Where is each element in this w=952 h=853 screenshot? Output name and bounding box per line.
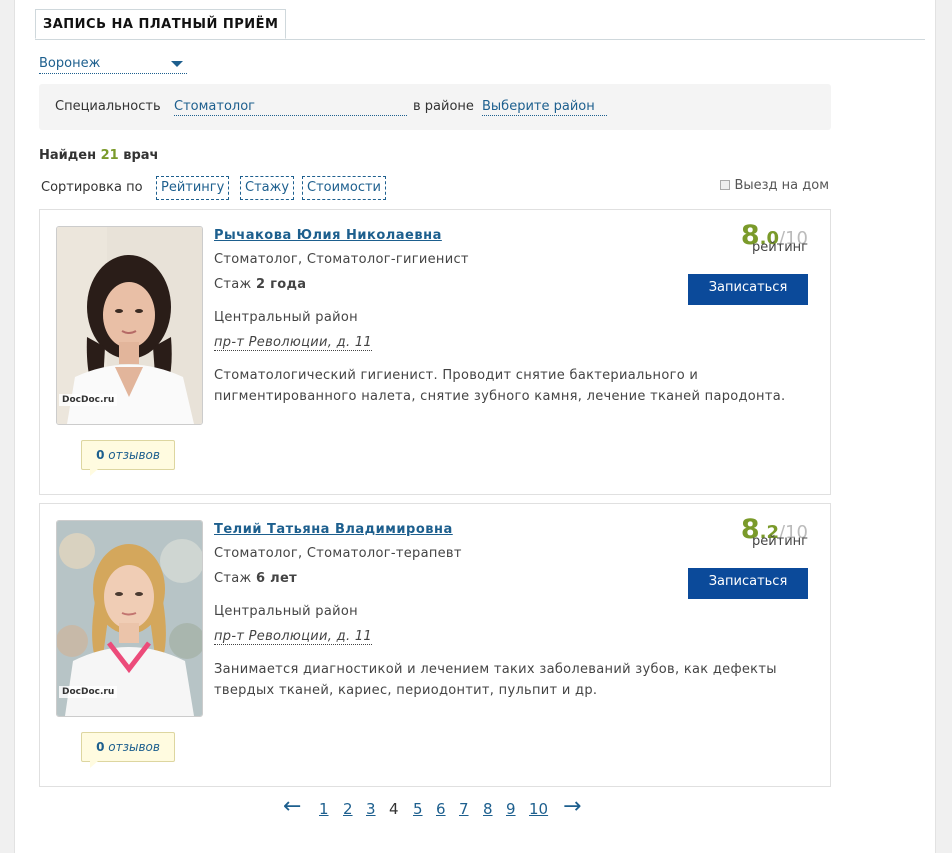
doctor-name-link[interactable]: Рычакова Юлия Николаевна	[214, 228, 442, 243]
doctor-card: DocDoc.ru 0 отзывов Телий Татьяна Владим…	[39, 503, 831, 787]
reviews-count: 0	[96, 448, 105, 462]
experience-value: 2 года	[255, 277, 307, 292]
reviews-count: 0	[96, 740, 105, 754]
reviews-link[interactable]: отзывов	[108, 740, 160, 754]
speech-bubble-tail	[90, 469, 98, 476]
speech-bubble-tail	[90, 761, 98, 768]
reviews-badge[interactable]: 0 отзывов	[81, 440, 175, 476]
reviews-link[interactable]: отзывов	[108, 448, 160, 462]
doctor-specialty: Стоматолог, Стоматолог-терапевт	[214, 546, 462, 561]
doctor-photo[interactable]: DocDoc.ru	[56, 226, 203, 425]
home-visit-toggle[interactable]: Выезд на дом	[720, 174, 829, 198]
results-count: Найден 21 врач	[39, 148, 158, 163]
chevron-down-icon	[171, 61, 183, 67]
sort-bar: Сортировка по Рейтингу Стажу Стоимости В…	[41, 176, 831, 202]
tab-bar: ЗАПИСЬ НА ПЛАТНЫЙ ПРИЁМ	[35, 9, 925, 40]
doctor-experience: Стаж 6 лет	[214, 571, 297, 586]
district-label: в районе	[413, 99, 474, 114]
city-select[interactable]: Воронеж	[39, 55, 187, 74]
found-prefix: Найден	[39, 148, 97, 163]
experience-value: 6 лет	[255, 571, 297, 586]
reviews-badge[interactable]: 0 отзывов	[81, 732, 175, 768]
home-visit-label: Выезд на дом	[734, 178, 829, 193]
specialty-label: Специальность	[55, 99, 161, 114]
page-link-2[interactable]: 2	[343, 800, 353, 818]
book-online-button[interactable]: Записаться онлайн	[688, 274, 808, 305]
experience-label: Стаж	[214, 277, 252, 292]
doctor-address: пр-т Революции, д. 11	[214, 629, 372, 645]
page-link-5[interactable]: 5	[413, 800, 423, 818]
rating-block: 8.0/10 рейтинг	[741, 220, 808, 255]
sort-label: Сортировка по	[41, 180, 143, 195]
book-online-button[interactable]: Записаться онлайн	[688, 568, 808, 599]
specialty-select[interactable]: Стоматолог	[174, 98, 407, 116]
city-value: Воронеж	[39, 56, 101, 71]
doctor-address: пр-т Революции, д. 11	[214, 335, 372, 351]
home-visit-checkbox[interactable]	[720, 180, 731, 190]
page-link-8[interactable]: 8	[483, 800, 493, 818]
doctor-card: DocDoc.ru 0 отзывов Рычакова Юлия Никола…	[39, 209, 831, 495]
sort-by-price-button[interactable]: Стоимости	[302, 176, 386, 200]
page-current: 4	[389, 800, 399, 818]
page: ЗАПИСЬ НА ПЛАТНЫЙ ПРИЁМ Воронеж Специаль…	[14, 0, 936, 853]
page-link-9[interactable]: 9	[506, 800, 516, 818]
doctor-experience: Стаж 2 года	[214, 277, 306, 292]
doctor-description: Стоматологический гигиенист. Проводит сн…	[214, 368, 786, 404]
sort-by-rating-button[interactable]: Рейтингу	[156, 176, 230, 200]
experience-label: Стаж	[214, 571, 252, 586]
found-suffix: врач	[123, 148, 159, 163]
photo-watermark: DocDoc.ru	[59, 686, 118, 698]
page-link-10[interactable]: 10	[529, 800, 548, 818]
page-link-1[interactable]: 1	[319, 800, 329, 818]
rating-label: рейтинг	[751, 240, 808, 255]
doctor-description: Занимается диагностикой и лечением таких…	[214, 662, 777, 698]
prev-page-arrow[interactable]: ←	[283, 794, 301, 819]
doctor-district: Центральный район	[214, 310, 358, 325]
doctor-specialty: Стоматолог, Стоматолог-гигиенист	[214, 252, 469, 267]
photo-watermark: DocDoc.ru	[59, 394, 118, 406]
tab-paid-appointment[interactable]: ЗАПИСЬ НА ПЛАТНЫЙ ПРИЁМ	[35, 9, 287, 39]
page-link-3[interactable]: 3	[366, 800, 376, 818]
found-count: 21	[100, 148, 119, 163]
doctor-district: Центральный район	[214, 604, 358, 619]
filter-panel: Специальность Стоматолог в районе Выбери…	[39, 84, 831, 130]
page-link-7[interactable]: 7	[459, 800, 469, 818]
page-link-6[interactable]: 6	[436, 800, 446, 818]
next-page-arrow[interactable]: →	[563, 794, 581, 819]
doctor-photo[interactable]: DocDoc.ru	[56, 520, 203, 717]
sort-by-experience-button[interactable]: Стажу	[240, 176, 295, 200]
rating-block: 8.2/10 рейтинг	[741, 514, 808, 549]
doctor-name-link[interactable]: Телий Татьяна Владимировна	[214, 522, 453, 537]
district-select[interactable]: Выберите район	[482, 98, 607, 116]
rating-label: рейтинг	[751, 534, 808, 549]
